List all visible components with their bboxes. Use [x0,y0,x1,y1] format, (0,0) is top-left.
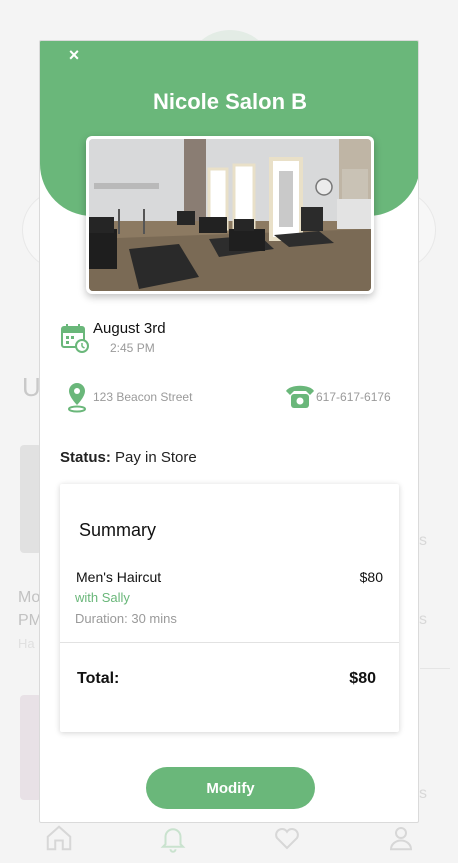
service-stylist: with Sally [75,590,130,605]
salon-name: Nicole Salon B [152,89,308,114]
calendar-clock-icon [61,324,89,353]
status-label: Status: [60,449,111,466]
phone-icon[interactable] [284,382,316,410]
location-pin-icon [68,383,86,413]
background-fragment: s [419,785,427,802]
appointment-date: August 3rd [93,320,166,337]
background-card-text: Mo [18,589,41,606]
background-fragment: s [419,532,427,549]
background-fragment: s [419,611,427,628]
background-divider [420,668,450,669]
profile-icon[interactable] [386,823,416,853]
heart-icon[interactable] [272,823,302,853]
appointment-time: 2:45 PM [110,341,155,355]
salon-photo [89,139,371,291]
total-value: $80 [349,670,376,687]
status-value: Pay in Store [115,449,197,466]
summary-divider [60,642,399,643]
salon-phone[interactable]: 617-617-6176 [316,390,391,404]
service-name: Men's Haircut [76,569,162,585]
bell-icon[interactable] [158,823,188,853]
service-price: $80 [359,569,383,585]
appointment-modal: × Nicole Salon B August 3rd 2:45 PM 123 … [39,40,419,823]
service-duration: Duration: 30 mins [75,611,177,626]
background-section-heading: U [22,372,41,402]
status-row: Status: Pay in Store [60,449,197,466]
appointment-datetime-row: August 3rd 2:45 PM [60,319,400,355]
salon-photo-frame [86,136,374,294]
salon-address[interactable]: 123 Beacon Street [93,390,192,404]
modify-button[interactable]: Modify [146,767,315,809]
close-button[interactable]: × [66,46,82,64]
location-contact-row: 123 Beacon Street 617-617-6176 [60,381,405,413]
total-label: Total: [77,670,120,687]
home-icon[interactable] [44,823,74,853]
summary-card: Summary Men's Haircut $80 with Sally Dur… [60,484,399,732]
background-card-text: Ha [18,636,35,651]
summary-title: Summary [79,520,157,540]
